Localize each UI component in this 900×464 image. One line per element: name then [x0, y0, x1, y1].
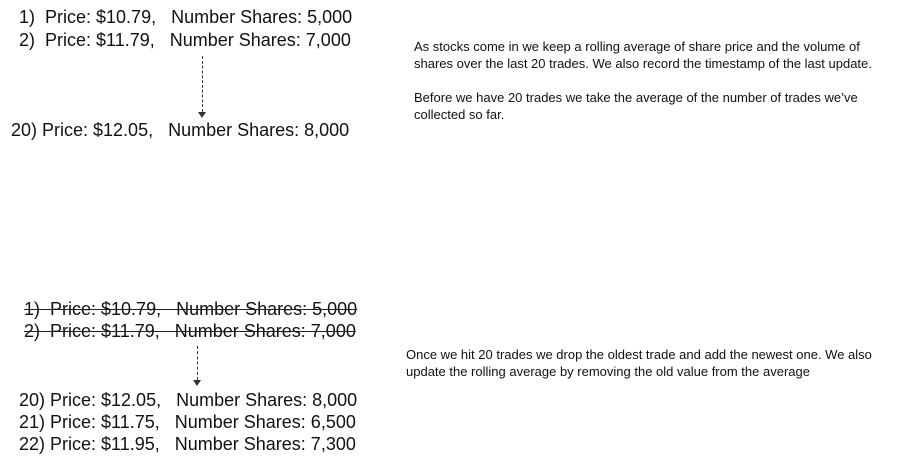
- note-paragraph: As stocks come in we keep a rolling aver…: [414, 39, 872, 71]
- note-paragraph: Before we have 20 trades we take the ave…: [414, 90, 858, 122]
- trade-line-21: 21) Price: $11.75, Number Shares: 6,500: [19, 412, 356, 432]
- trade-line-2: 2) Price: $11.79, Number Shares: 7,000: [19, 30, 351, 50]
- dropped-trade-line-1: 1) Price: $10.79, Number Shares: 5,000: [24, 299, 358, 319]
- rolling-average-note: As stocks come in we keep a rolling aver…: [414, 38, 898, 123]
- down-arrow-icon: [193, 346, 203, 386]
- down-arrow-icon: [198, 56, 208, 118]
- note-paragraph: Once we hit 20 trades we drop the oldest…: [406, 347, 872, 379]
- dropped-trade-line-2: 2) Price: $11.79, Number Shares: 7,000: [24, 321, 356, 341]
- trade-line-20: 20) Price: $12.05, Number Shares: 8,000: [19, 390, 358, 410]
- trade-line-20: 20) Price: $12.05, Number Shares: 8,000: [11, 120, 350, 140]
- drop-oldest-note: Once we hit 20 trades we drop the oldest…: [406, 346, 882, 380]
- trade-line-22: 22) Price: $11.95, Number Shares: 7,300: [19, 434, 356, 454]
- trade-line-1: 1) Price: $10.79, Number Shares: 5,000: [19, 7, 353, 27]
